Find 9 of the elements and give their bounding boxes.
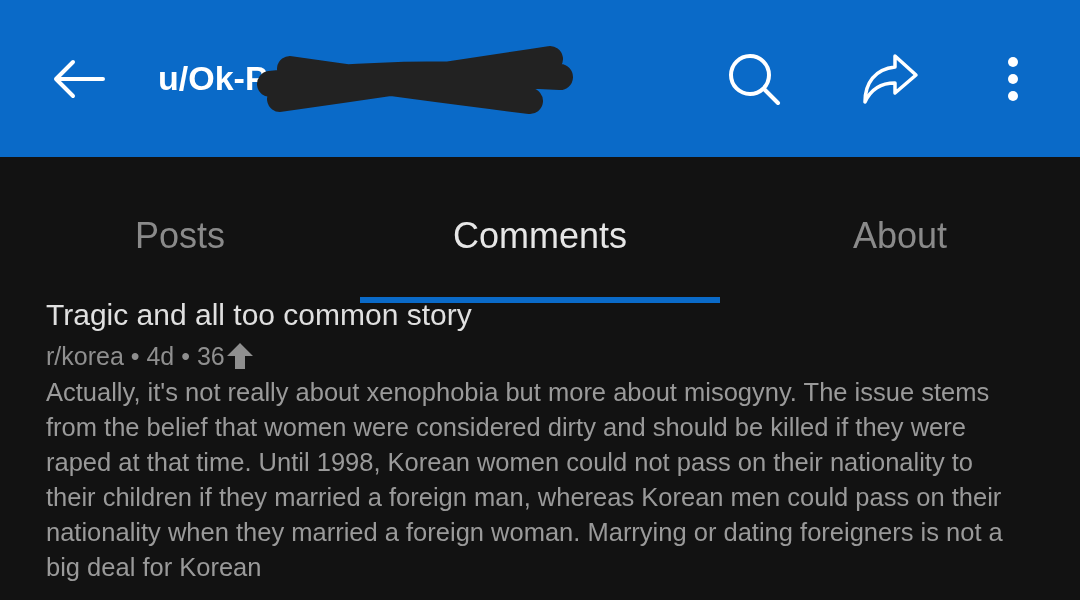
comment-meta: r/korea • 4d • 36 xyxy=(46,341,225,371)
upvote-icon xyxy=(225,342,254,370)
search-icon xyxy=(727,51,781,106)
tab[interactable]: Comments xyxy=(360,157,720,303)
back-icon xyxy=(53,58,105,99)
comment-body: Actually, it's not really about xenophobia but more about misogyny. The issue stems from the belief that women were considered dirty and should be killed if they were raped at that time. Until 1998, Korean women could not pass on their nationality to their children if they married a foreign man, whereas Korean men could pass on their nationality when they married a foreign woman. Marrying or dating foreigners is not a big deal for Korean xyxy=(46,377,1004,583)
tab[interactable]: About xyxy=(720,157,1080,303)
share-icon xyxy=(861,52,919,105)
more-icon xyxy=(1007,55,1019,102)
